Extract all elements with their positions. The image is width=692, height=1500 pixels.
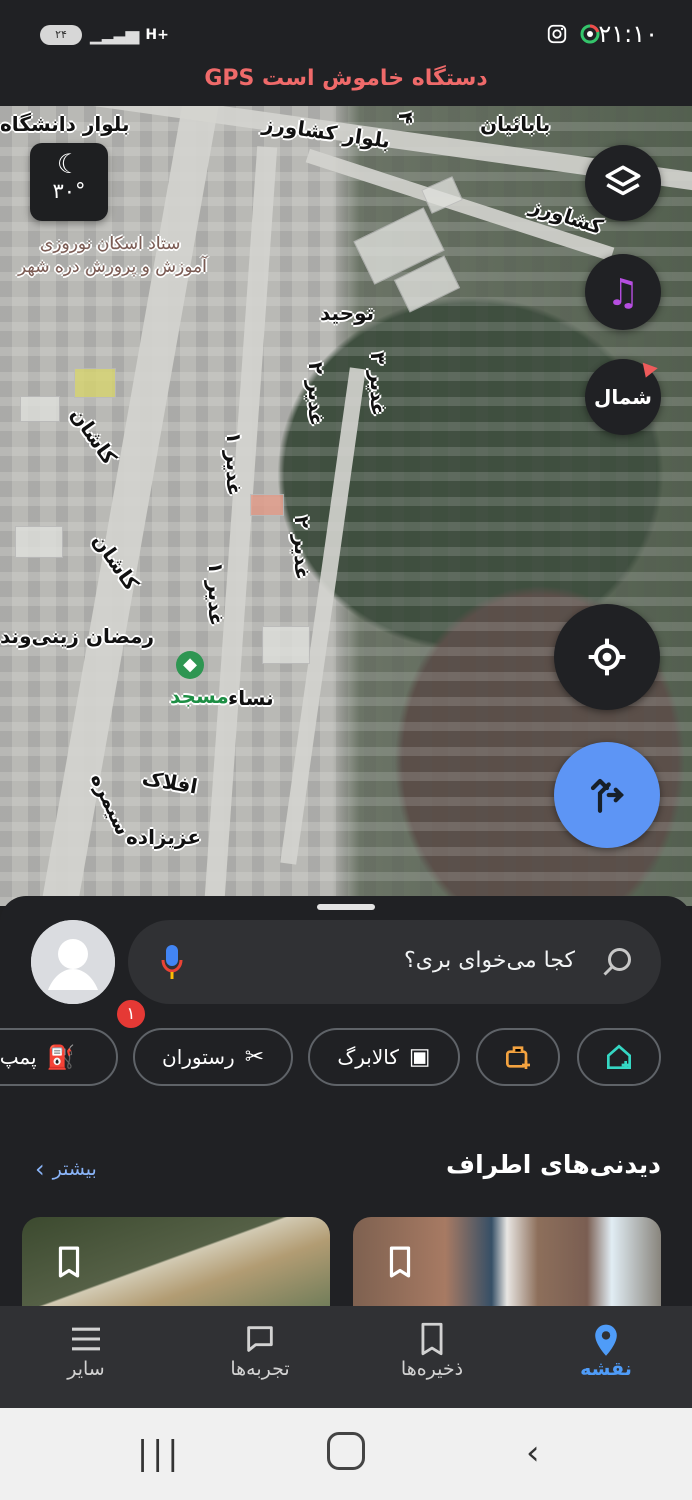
mosque-icon[interactable]: ◆ bbox=[176, 651, 204, 679]
bookmark-icon[interactable] bbox=[387, 1246, 413, 1278]
sheet-handle[interactable] bbox=[317, 904, 375, 910]
system-navigation-bar: ||| ‹ bbox=[0, 1408, 692, 1500]
map-label[interactable]: کاشان bbox=[66, 403, 122, 469]
directions-button[interactable] bbox=[554, 742, 660, 848]
briefcase-plus-icon bbox=[505, 1046, 530, 1069]
map-label[interactable]: غدیر ۲ bbox=[290, 516, 314, 580]
nav-map-label: نقشه bbox=[580, 1358, 632, 1380]
nearby-title: دیدنی‌های اطراف bbox=[446, 1150, 661, 1179]
back-button-icon[interactable]: ‹ bbox=[526, 1436, 540, 1470]
nearby-section: دیدنی‌های اطراف ‹ بیشتر bbox=[0, 1120, 692, 1311]
signal-icon: ▁▂▃▅ bbox=[90, 24, 139, 45]
nav-contributions-label: تجربه‌ها bbox=[230, 1358, 290, 1380]
status-icons bbox=[546, 22, 602, 46]
map-label[interactable]: غدیر ۱ bbox=[204, 562, 228, 626]
map-layers-button[interactable] bbox=[585, 145, 661, 221]
map-label[interactable]: نساء bbox=[228, 686, 274, 710]
map-label[interactable]: عزیزاده bbox=[126, 825, 201, 849]
status-bar: ۲۴ ▁▂▃▅ H+ ۲۱:۱۰ bbox=[0, 0, 692, 64]
network-pill: ۲۴ bbox=[40, 24, 82, 45]
nav-more-tab[interactable]: سایر bbox=[16, 1320, 156, 1398]
compass-button[interactable]: شمال bbox=[585, 359, 661, 435]
nav-saved-tab[interactable]: ذخیره‌ها bbox=[362, 1320, 502, 1398]
mosque-label[interactable]: مسجد bbox=[170, 684, 229, 708]
nav-saved-label: ذخیره‌ها bbox=[400, 1358, 464, 1380]
map-label[interactable]: بابائیان bbox=[480, 112, 550, 136]
bookmark-icon[interactable] bbox=[56, 1246, 82, 1278]
gas-station-chip[interactable]: ⛽ پمپ بنزین bbox=[0, 1028, 118, 1086]
map-label[interactable]: غدیر ۳ bbox=[366, 352, 390, 416]
voucher-icon: ▣ bbox=[408, 1044, 431, 1070]
nearby-more-label: بیشتر bbox=[52, 1158, 97, 1180]
map-label[interactable]: رمضان زینی‌وند bbox=[0, 624, 154, 648]
search-icon[interactable] bbox=[597, 942, 637, 982]
work-chip[interactable] bbox=[476, 1028, 560, 1086]
instagram-icon bbox=[547, 24, 567, 44]
north-label: شمال bbox=[594, 385, 652, 409]
map-label[interactable]: بلوار کشاورز bbox=[261, 111, 392, 153]
status-time: ۲۱:۱۰ bbox=[598, 20, 658, 48]
chevron-left-icon: ‹ bbox=[35, 1155, 45, 1183]
map-label[interactable]: ۴ bbox=[394, 112, 418, 124]
gas-station-label: پمپ بنزین bbox=[0, 1045, 37, 1069]
nearby-more-link[interactable]: ‹ بیشتر bbox=[35, 1155, 97, 1183]
nav-contributions-tab[interactable]: تجربه‌ها bbox=[190, 1320, 330, 1398]
menu-icon bbox=[16, 1320, 156, 1358]
map-building bbox=[250, 494, 284, 516]
nearby-place-card[interactable] bbox=[353, 1217, 661, 1311]
current-location-button[interactable] bbox=[554, 604, 660, 710]
map-building bbox=[262, 626, 310, 664]
map-label[interactable]: غدیر ۲ bbox=[304, 362, 328, 426]
school-label[interactable]: ستاد اسکان نوروزی bbox=[40, 234, 180, 254]
map-building bbox=[74, 368, 116, 398]
map-label[interactable]: غدیر ۱ bbox=[222, 432, 246, 496]
nearby-place-card[interactable] bbox=[22, 1217, 330, 1311]
status-left: ۲۴ ▁▂▃▅ H+ bbox=[40, 24, 169, 45]
layers-icon bbox=[605, 165, 641, 196]
satellite-map[interactable]: بلوار دانشگاه بلوار کشاورز بابائیان کشاو… bbox=[0, 106, 692, 906]
music-button[interactable]: ♫ bbox=[585, 254, 661, 330]
voucher-label: کالابرگ bbox=[337, 1045, 399, 1069]
maps-screen: ۲۴ ▁▂▃▅ H+ ۲۱:۱۰ GPS دستگاه خاموش است بل… bbox=[0, 0, 692, 1500]
directions-icon bbox=[590, 778, 624, 813]
user-avatar-icon bbox=[31, 920, 115, 1004]
network-type: H+ bbox=[145, 26, 169, 43]
school-label[interactable]: آموزش و پرورش دره شهر bbox=[18, 257, 207, 277]
search-placeholder[interactable]: کجا می‌خوای بری؟ bbox=[404, 948, 575, 973]
chat-bubble-icon bbox=[190, 1320, 330, 1358]
weather-temperature: ۳۰° bbox=[52, 179, 86, 203]
home-button-icon[interactable] bbox=[327, 1432, 365, 1470]
north-arrow-icon bbox=[638, 362, 658, 381]
bookmark-icon bbox=[362, 1320, 502, 1358]
gps-off-banner: GPS دستگاه خاموش است bbox=[0, 64, 692, 106]
map-label[interactable]: افلاک bbox=[140, 765, 199, 798]
quick-chips: ▣ کالابرگ ✂ رستوران ⛽ پمپ بنزین bbox=[0, 1028, 692, 1090]
restaurant-icon: ✂ bbox=[244, 1044, 264, 1070]
gas-station-icon: ⛽ bbox=[46, 1044, 76, 1071]
map-building bbox=[20, 396, 60, 422]
music-icon: ♫ bbox=[606, 270, 640, 314]
road-vertical bbox=[202, 146, 278, 906]
voucher-chip[interactable]: ▣ کالابرگ bbox=[308, 1028, 460, 1086]
profile-avatar[interactable]: ۱ bbox=[31, 920, 147, 1030]
home-plus-icon bbox=[607, 1044, 631, 1069]
restaurant-chip[interactable]: ✂ رستوران bbox=[133, 1028, 293, 1086]
restaurant-label: رستوران bbox=[162, 1045, 235, 1069]
moon-stars-icon: ☾ bbox=[56, 149, 82, 180]
microphone-icon[interactable] bbox=[160, 943, 184, 981]
map-label[interactable]: بلوار دانشگاه bbox=[0, 112, 129, 136]
nav-map-tab[interactable]: نقشه bbox=[536, 1320, 676, 1398]
nav-more-label: سایر bbox=[67, 1358, 105, 1380]
recent-apps-icon[interactable]: ||| bbox=[137, 1436, 182, 1470]
road-vertical bbox=[280, 367, 366, 865]
map-building bbox=[15, 526, 63, 558]
home-chip[interactable] bbox=[577, 1028, 661, 1086]
weather-card[interactable]: ☾ ۳۰° bbox=[30, 143, 108, 221]
search-bar[interactable]: کجا می‌خوای بری؟ bbox=[128, 920, 661, 1004]
map-label[interactable]: توحید bbox=[320, 301, 374, 325]
notification-badge: ۱ bbox=[115, 998, 147, 1030]
map-pin-icon bbox=[536, 1320, 676, 1358]
bottom-navigation: نقشه ذخیره‌ها تجربه‌ها سایر bbox=[0, 1306, 692, 1408]
target-icon bbox=[588, 638, 626, 676]
